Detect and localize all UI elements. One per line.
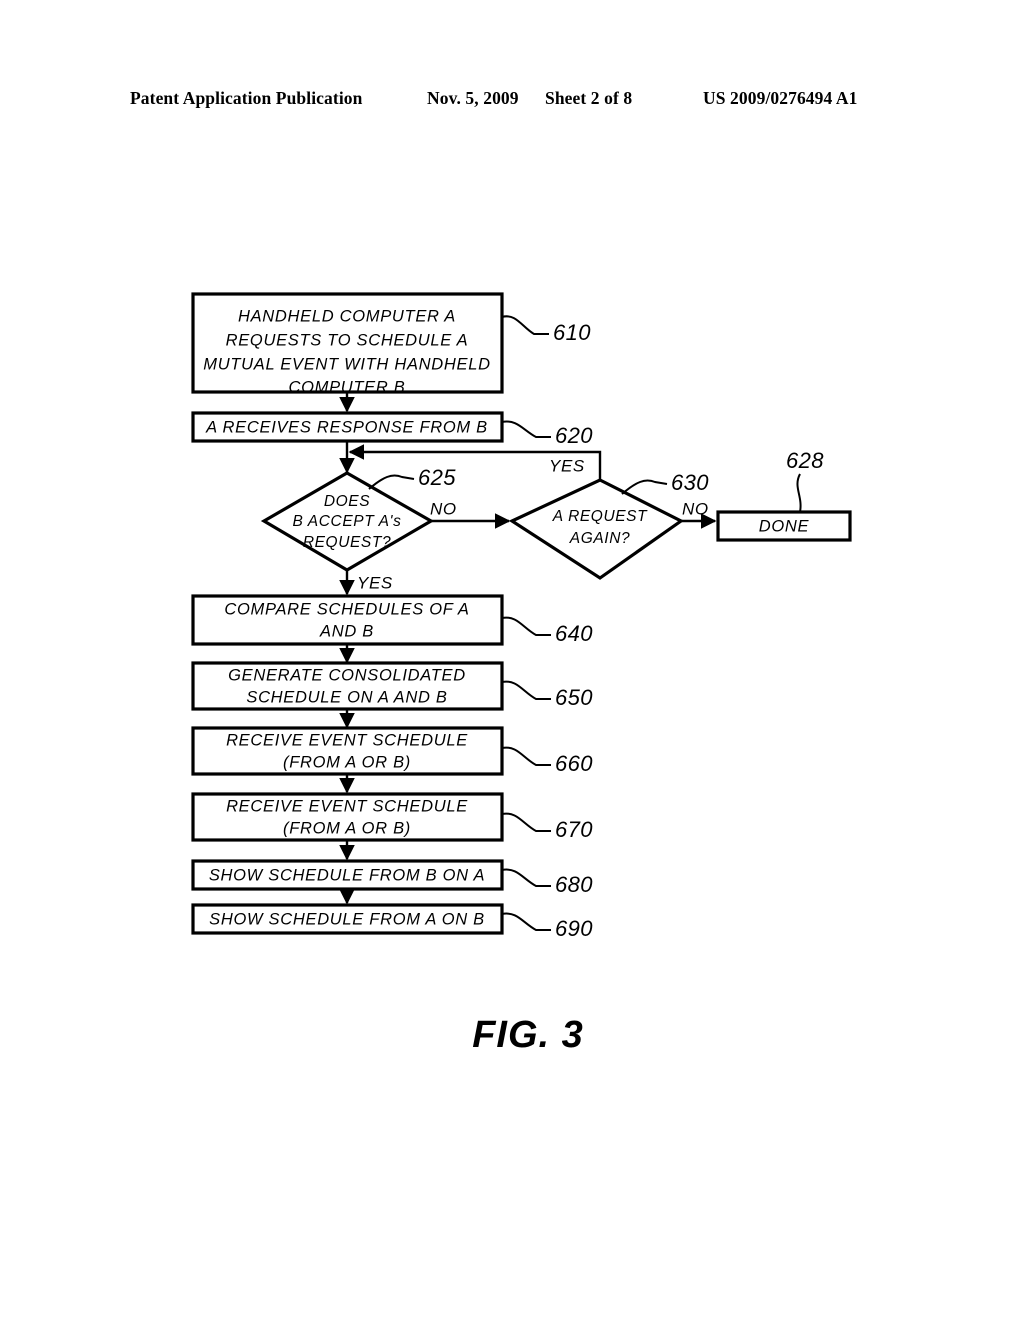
- flow-node-625-line-1: B ACCEPT A's: [293, 513, 402, 530]
- flow-node-640-line-0: COMPARE SCHEDULES OF A: [224, 600, 469, 618]
- flow-ref-680: 680: [555, 872, 593, 897]
- flow-node-625: DOES B ACCEPT A's REQUEST? 625: [260, 465, 456, 572]
- flow-node-628-done: DONE 628: [716, 448, 852, 542]
- flow-node-680: SHOW SCHEDULE FROM B ON A 680: [191, 859, 593, 897]
- flow-ref-690: 690: [555, 916, 593, 941]
- flow-node-660-line-1: (FROM A OR B): [283, 753, 411, 771]
- flow-node-650-line-1: SCHEDULE ON A AND B: [246, 688, 447, 706]
- flow-ref-670: 670: [555, 817, 593, 842]
- flow-node-630-line-0: A REQUEST: [552, 508, 648, 525]
- flow-node-670-line-1: (FROM A OR B): [283, 819, 411, 837]
- flow-ref-620: 620: [555, 423, 593, 448]
- flow-node-610: HANDHELD COMPUTER A REQUESTS TO SCHEDULE…: [191, 292, 591, 396]
- flow-node-660: RECEIVE EVENT SCHEDULE (FROM A OR B) 660: [191, 726, 593, 776]
- flow-node-660-line-0: RECEIVE EVENT SCHEDULE: [226, 731, 468, 749]
- flow-node-620-line-0: A RECEIVES RESPONSE FROM B: [205, 418, 488, 436]
- flow-ref-660: 660: [555, 751, 593, 776]
- flow-node-610-line-1: REQUESTS TO SCHEDULE A: [226, 331, 469, 349]
- flow-node-620: A RECEIVES RESPONSE FROM B 620: [191, 411, 593, 448]
- flow-node-640: COMPARE SCHEDULES OF A AND B 640: [191, 594, 593, 646]
- flow-ref-610: 610: [553, 320, 591, 345]
- flow-node-625-line-0: DOES: [324, 493, 370, 510]
- flowchart-diagram: HANDHELD COMPUTER A REQUESTS TO SCHEDULE…: [191, 292, 852, 1056]
- flow-node-610-line-0: HANDHELD COMPUTER A: [238, 307, 456, 325]
- flow-node-630-line-1: AGAIN?: [569, 530, 630, 547]
- flow-ref-630: 630: [671, 470, 709, 495]
- branch-label-630-yes: YES: [549, 456, 585, 475]
- flow-node-625-line-2: REQUEST?: [303, 534, 391, 551]
- figure-caption: FIG. 3: [472, 1014, 584, 1056]
- flow-node-690-line-0: SHOW SCHEDULE FROM A ON B: [209, 910, 485, 928]
- patent-figure-page: Patent Application Publication Nov. 5, 2…: [0, 0, 1024, 1320]
- flow-node-610-line-2: MUTUAL EVENT WITH HANDHELD: [203, 355, 490, 373]
- flow-node-640-line-1: AND B: [319, 622, 374, 640]
- flow-node-690: SHOW SCHEDULE FROM A ON B 690: [191, 903, 593, 941]
- flow-node-650: GENERATE CONSOLIDATED SCHEDULE ON A AND …: [191, 661, 593, 711]
- flow-ref-640: 640: [555, 621, 593, 646]
- flow-node-670: RECEIVE EVENT SCHEDULE (FROM A OR B) 670: [191, 792, 593, 842]
- flow-ref-628: 628: [786, 448, 824, 473]
- flow-node-680-line-0: SHOW SCHEDULE FROM B ON A: [209, 866, 485, 884]
- flow-node-628-line-0: DONE: [759, 517, 810, 535]
- flow-node-630: A REQUEST AGAIN? 630: [508, 470, 709, 580]
- flow-node-650-line-0: GENERATE CONSOLIDATED: [228, 666, 466, 684]
- flow-ref-650: 650: [555, 685, 593, 710]
- flow-ref-625: 625: [418, 465, 456, 490]
- branch-label-625-no: NO: [430, 499, 457, 518]
- flow-node-610-line-3: COMPUTER B: [288, 378, 405, 396]
- flow-node-670-line-0: RECEIVE EVENT SCHEDULE: [226, 797, 468, 815]
- branch-label-625-yes: YES: [357, 573, 393, 592]
- branch-label-630-no: NO: [682, 499, 709, 518]
